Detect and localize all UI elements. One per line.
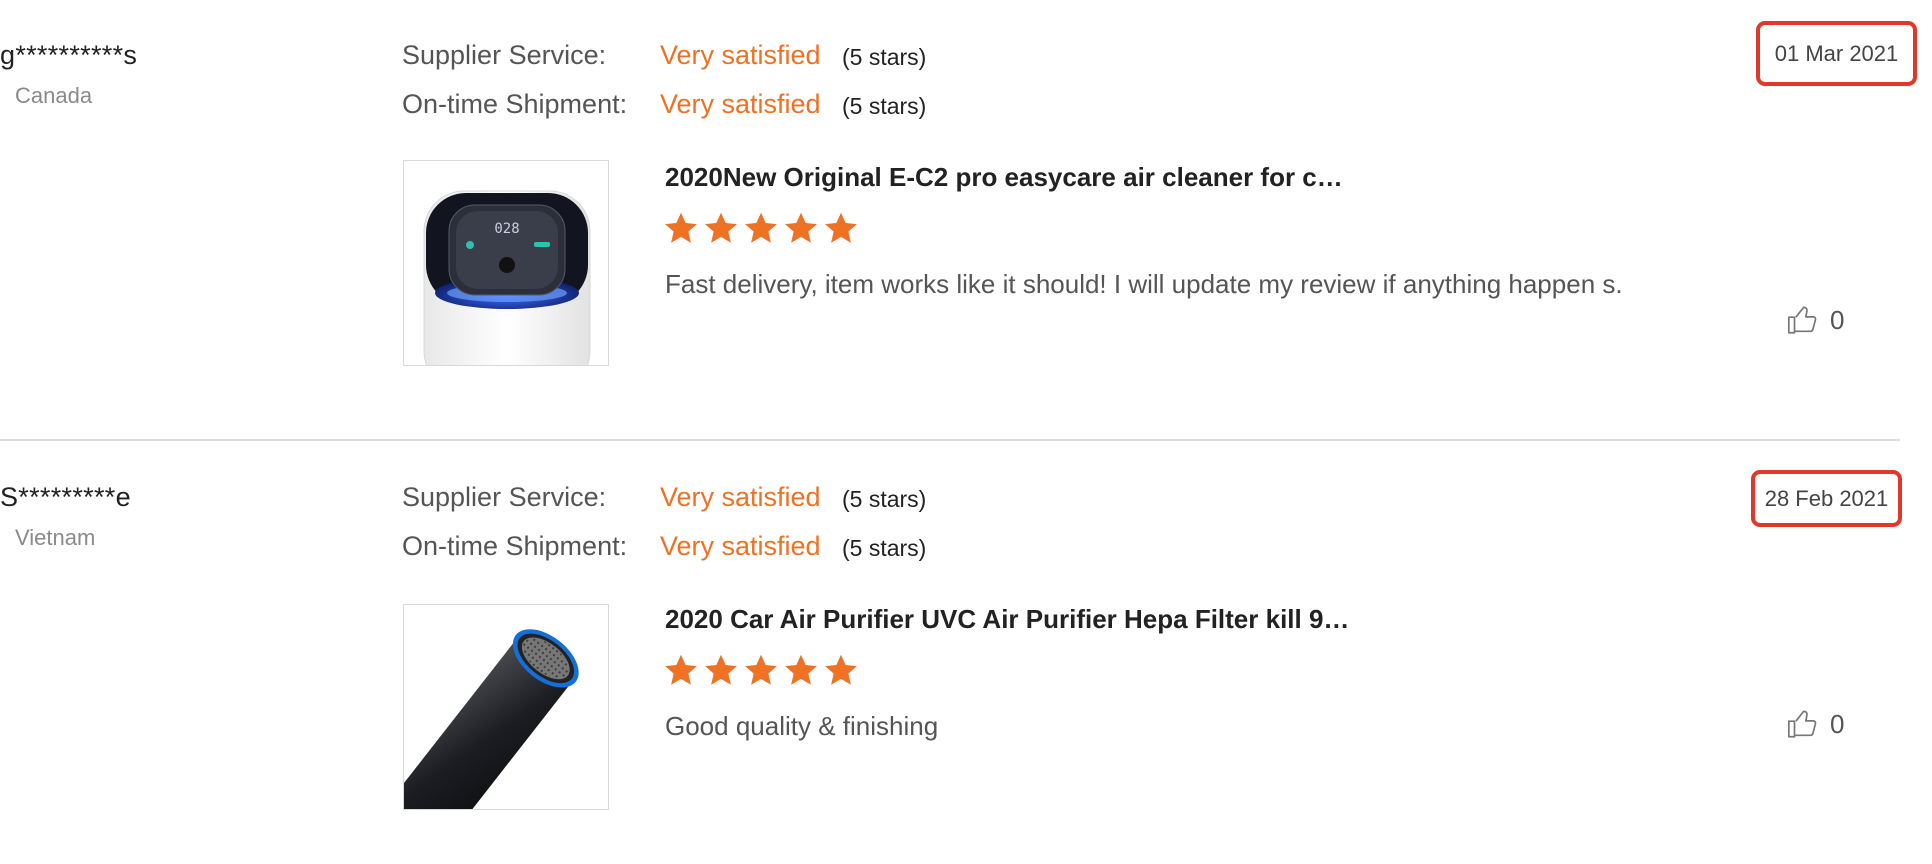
star-icon (665, 654, 697, 685)
product-rating-stars (663, 652, 859, 690)
star-icon (785, 212, 817, 243)
supplier-service-stars: (5 stars) (842, 486, 927, 512)
review-date: 01 Mar 2021 (1756, 21, 1917, 86)
product-image[interactable] (403, 604, 609, 810)
review-comment: Fast delivery, item works like it should… (665, 269, 1623, 299)
like-count: 0 (1830, 708, 1845, 739)
review-divider (0, 439, 1900, 441)
star-icon (785, 654, 817, 685)
buyer-country: Vietnam (15, 525, 96, 550)
like-button[interactable]: 0 (1786, 303, 1844, 337)
thumbs-up-icon (1787, 710, 1817, 738)
buyer-name: S*********e (0, 482, 131, 512)
star-icon (705, 654, 737, 685)
review-comment: Good quality & finishing (665, 711, 939, 741)
supplier-service-label: Supplier Service: (402, 40, 607, 70)
supplier-service-value: Very satisfied (660, 482, 821, 512)
shipment-stars: (5 stars) (842, 93, 927, 119)
shipment-stars: (5 stars) (842, 535, 927, 561)
product-image[interactable]: 028 (403, 160, 609, 366)
supplier-service-stars: (5 stars) (842, 44, 927, 70)
buyer-country: Canada (15, 83, 93, 108)
shipment-value: Very satisfied (660, 89, 821, 119)
star-icon (745, 654, 777, 685)
shipment-value: Very satisfied (660, 531, 821, 561)
supplier-service-label: Supplier Service: (402, 482, 607, 512)
like-button[interactable]: 0 (1786, 707, 1844, 741)
star-icon (745, 212, 777, 243)
star-icon (665, 212, 697, 243)
shipment-label: On-time Shipment: (402, 531, 628, 561)
star-icon (705, 212, 737, 243)
product-rating-stars (663, 210, 859, 248)
air-purifier-icon: 028 (423, 190, 591, 365)
star-icon (825, 654, 857, 685)
shipment-label: On-time Shipment: (402, 89, 628, 119)
product-title[interactable]: 2020 Car Air Purifier UVC Air Purifier H… (665, 604, 1349, 635)
review-item: g**********s Canada Supplier Service: Ve… (0, 0, 1917, 440)
review-item: S*********e Vietnam Supplier Service: Ve… (0, 442, 1902, 864)
review-date: 28 Feb 2021 (1751, 470, 1902, 527)
car-air-purifier-icon (404, 629, 579, 809)
buyer-name: g**********s (0, 40, 138, 70)
reviews-page: g**********s Canada Supplier Service: Ve… (0, 0, 1932, 864)
svg-text:028: 028 (494, 221, 519, 237)
thumbs-up-icon (1787, 306, 1817, 334)
supplier-service-value: Very satisfied (660, 40, 821, 70)
product-title[interactable]: 2020New Original E-C2 pro easycare air c… (665, 162, 1343, 193)
like-count: 0 (1830, 304, 1845, 335)
star-icon (825, 212, 857, 243)
